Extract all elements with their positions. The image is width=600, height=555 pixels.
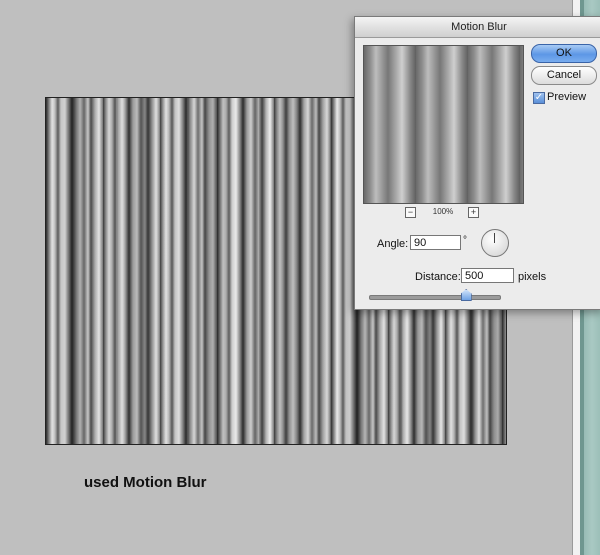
degree-symbol: °: [463, 235, 467, 246]
distance-input[interactable]: 500: [461, 268, 514, 283]
zoom-out-button[interactable]: −: [405, 207, 416, 218]
motion-blur-dialog: Motion Blur − 100% + OK Cancel ✓ Preview…: [354, 16, 600, 310]
zoom-in-button[interactable]: +: [468, 207, 479, 218]
distance-label: Distance:: [415, 271, 461, 283]
angle-input[interactable]: 90: [410, 235, 461, 250]
angle-dial[interactable]: [481, 229, 509, 257]
caption-text: used Motion Blur: [84, 474, 207, 491]
preview-image[interactable]: [363, 45, 524, 204]
zoom-controls: − 100% +: [405, 207, 480, 219]
distance-slider-track[interactable]: [369, 295, 501, 300]
zoom-level: 100%: [432, 207, 454, 216]
cancel-button[interactable]: Cancel: [531, 66, 597, 85]
preview-checkbox[interactable]: ✓: [533, 92, 545, 104]
dialog-title[interactable]: Motion Blur: [355, 17, 600, 38]
angle-label: Angle:: [377, 238, 409, 250]
distance-slider-thumb[interactable]: [460, 289, 472, 301]
preview-label: Preview: [547, 91, 587, 103]
distance-unit: pixels: [518, 271, 547, 283]
ok-button[interactable]: OK: [531, 44, 597, 63]
